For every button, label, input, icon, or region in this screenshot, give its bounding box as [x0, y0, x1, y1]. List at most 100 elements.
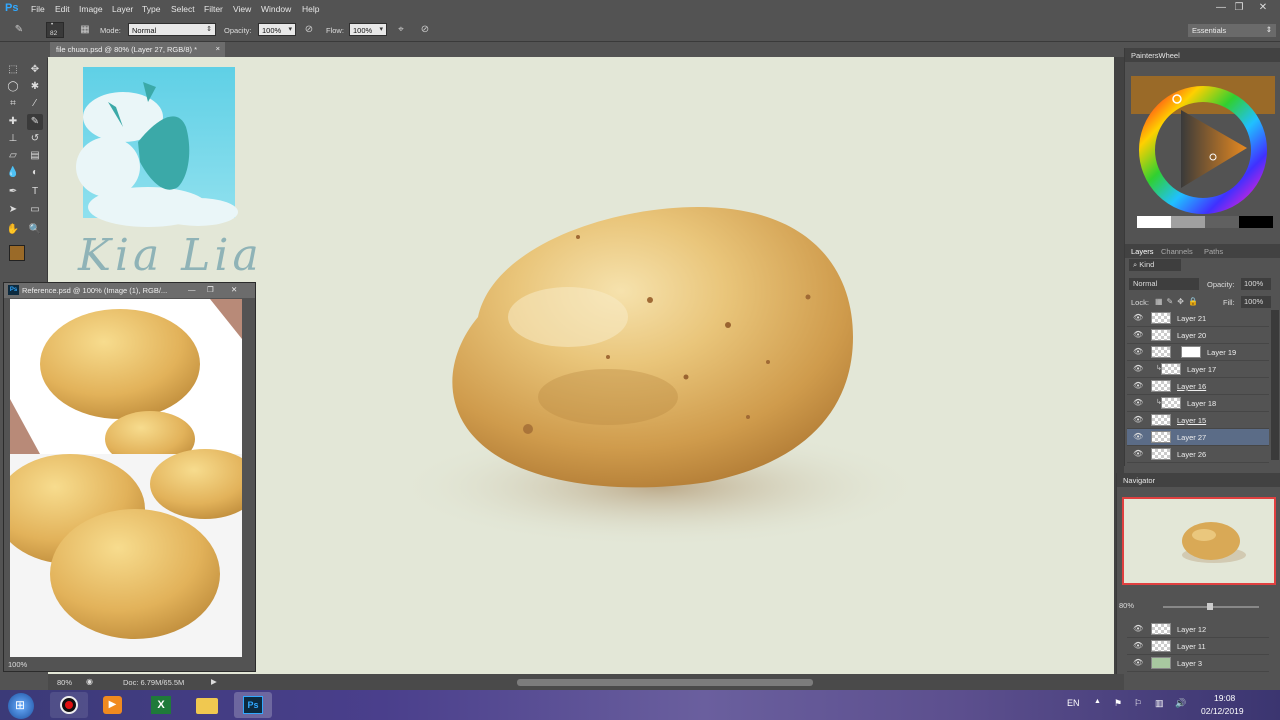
saturation-triangle[interactable]	[1181, 110, 1247, 188]
taskbar-explorer[interactable]	[188, 692, 226, 718]
marquee-tool-icon[interactable]: ⬚	[5, 62, 21, 78]
visibility-eye-icon[interactable]: 👁	[1133, 624, 1143, 633]
layer-row[interactable]: 👁 Layer 3	[1127, 655, 1269, 672]
layer-row[interactable]: 👁 Layer 16	[1127, 378, 1269, 395]
taskbar-photoshop[interactable]: Ps	[234, 692, 272, 718]
flag-icon[interactable]: ⚐	[1134, 698, 1142, 709]
visibility-eye-icon[interactable]: 👁	[1133, 398, 1143, 407]
status-menu-arrow-icon[interactable]: ▶	[211, 677, 217, 686]
lasso-tool-icon[interactable]: ◯	[5, 79, 21, 95]
navigator-preview[interactable]	[1122, 497, 1276, 585]
volume-icon[interactable]: 🔊	[1175, 698, 1186, 709]
menu-image[interactable]: Image	[79, 4, 103, 14]
menu-edit[interactable]: Edit	[55, 4, 70, 14]
clone-stamp-tool-icon[interactable]: ⊥	[5, 131, 21, 147]
reference-zoom-level[interactable]: 100%	[8, 660, 27, 669]
tab-layers[interactable]: Layers	[1131, 247, 1154, 256]
visibility-eye-icon[interactable]: 👁	[1133, 415, 1143, 424]
network-icon[interactable]: ▥	[1155, 698, 1164, 709]
layer-row-selected[interactable]: 👁 Layer 27	[1127, 429, 1269, 446]
hand-tool-icon[interactable]: ✋	[5, 222, 21, 238]
swatch-white[interactable]	[1137, 216, 1171, 228]
brush-panel-toggle-icon[interactable]: ▦	[78, 23, 92, 37]
menu-layer[interactable]: Layer	[112, 4, 133, 14]
visibility-eye-icon[interactable]: 👁	[1133, 658, 1143, 667]
visibility-eye-icon[interactable]: 👁	[1133, 381, 1143, 390]
brush-tool-icon[interactable]: ✎	[12, 23, 26, 37]
airbrush-icon[interactable]: ⌖	[394, 23, 408, 37]
dodge-tool-icon[interactable]: ◐	[27, 165, 43, 181]
layer-row[interactable]: 👁 Layer 15	[1127, 412, 1269, 429]
visibility-eye-icon[interactable]: 👁	[1133, 641, 1143, 650]
tab-paths[interactable]: Paths	[1204, 247, 1223, 256]
layer-row[interactable]: 👁 Layer 19	[1127, 344, 1269, 361]
visibility-eye-icon[interactable]: 👁	[1133, 449, 1143, 458]
menu-filter[interactable]: Filter	[204, 4, 223, 14]
menu-type[interactable]: Type	[142, 4, 160, 14]
horizontal-scrollbar-thumb[interactable]	[517, 679, 813, 686]
eyedropper-tool-icon[interactable]: ⁄	[27, 96, 43, 112]
close-tab-icon[interactable]: ×	[216, 44, 220, 53]
taskbar-media-player[interactable]: ▶	[94, 692, 132, 718]
fill-field[interactable]: 100%	[1241, 296, 1271, 308]
blend-mode-select[interactable]: Normal	[1129, 278, 1199, 290]
close-button[interactable]: ✕	[1254, 1, 1272, 15]
navigator-zoom-handle[interactable]	[1207, 603, 1213, 610]
type-tool-icon[interactable]: T	[27, 184, 43, 200]
layer-row[interactable]: 👁 Layer 21	[1127, 310, 1269, 327]
tray-expand-icon[interactable]: ▲	[1094, 698, 1101, 705]
tab-channels[interactable]: Channels	[1161, 247, 1193, 256]
lock-icons[interactable]: ▦✎✥🔒	[1155, 297, 1202, 306]
eraser-tool-icon[interactable]: ▱	[5, 148, 21, 164]
reference-window-titlebar[interactable]: Ps Reference.psd @ 100% (Image (1), RGB/…	[4, 283, 255, 298]
clock-date[interactable]: 02/12/2019	[1201, 706, 1244, 716]
layers-scrollbar[interactable]	[1271, 310, 1279, 460]
menu-file[interactable]: File	[31, 4, 45, 14]
layer-row[interactable]: 👁 Layer 12	[1127, 621, 1269, 638]
layer-row[interactable]: 👁 ↳ Layer 18	[1127, 395, 1269, 412]
menu-help[interactable]: Help	[302, 4, 319, 14]
layer-row[interactable]: 👁 Layer 20	[1127, 327, 1269, 344]
color-wheel[interactable]	[1129, 68, 1277, 238]
rectangle-tool-icon[interactable]: ▭	[27, 202, 43, 218]
layer-row[interactable]: 👁 Layer 11	[1127, 638, 1269, 655]
layer-row[interactable]: 👁 Layer 26	[1127, 446, 1269, 463]
menu-window[interactable]: Window	[261, 4, 291, 14]
path-selection-tool-icon[interactable]: ➤	[5, 202, 21, 218]
brush-tool-icon[interactable]: ✎	[27, 114, 43, 130]
menu-select[interactable]: Select	[171, 4, 195, 14]
restore-button[interactable]: ❐	[1230, 1, 1248, 15]
flow-field[interactable]: 100% ▾	[349, 23, 387, 36]
swatch-black[interactable]	[1239, 216, 1273, 228]
reference-window[interactable]: Ps Reference.psd @ 100% (Image (1), RGB/…	[3, 282, 256, 672]
magic-wand-tool-icon[interactable]: ✱	[27, 79, 43, 95]
clock-time[interactable]: 19:08	[1214, 693, 1235, 703]
zoom-tool-icon[interactable]: 🔍	[27, 222, 43, 238]
layer-opacity-field[interactable]: 100%	[1241, 278, 1271, 290]
history-brush-tool-icon[interactable]: ↺	[27, 131, 43, 147]
brush-preset-picker[interactable]: • 82	[46, 22, 64, 38]
visibility-eye-icon[interactable]: 👁	[1133, 364, 1143, 373]
layer-row[interactable]: 👁 ↳ Layer 17	[1127, 361, 1269, 378]
visibility-eye-icon[interactable]: 👁	[1133, 347, 1143, 356]
minimize-button[interactable]: —	[1212, 1, 1230, 15]
visibility-eye-icon[interactable]: 👁	[1133, 330, 1143, 339]
swatch-dark-gray[interactable]	[1205, 216, 1239, 228]
taskbar-recorder[interactable]	[50, 692, 88, 718]
document-tab[interactable]: file chuan.psd @ 80% (Layer 27, RGB/8) *…	[50, 42, 225, 57]
gradient-tool-icon[interactable]: ▤	[27, 148, 43, 164]
start-button[interactable]: ⊞	[8, 693, 34, 719]
navigator-zoom-value[interactable]: 80%	[1119, 601, 1134, 610]
opacity-field[interactable]: 100% ▾	[258, 23, 296, 36]
taskbar-excel[interactable]: X	[142, 692, 180, 718]
visibility-eye-icon[interactable]: 👁	[1133, 313, 1143, 322]
restore-button[interactable]: ❐	[207, 285, 214, 294]
visibility-eye-icon[interactable]: 👁	[1133, 432, 1143, 441]
language-indicator[interactable]: EN	[1067, 698, 1080, 708]
pen-tool-icon[interactable]: ✒	[5, 184, 21, 200]
zoom-level[interactable]: 80%	[57, 678, 72, 687]
swatch-gray[interactable]	[1171, 216, 1205, 228]
workspace-switcher[interactable]: Essentials ⇕	[1188, 24, 1276, 37]
pressure-opacity-icon[interactable]: ⊘	[302, 23, 316, 37]
mode-select[interactable]: Normal ⇕	[128, 23, 216, 36]
